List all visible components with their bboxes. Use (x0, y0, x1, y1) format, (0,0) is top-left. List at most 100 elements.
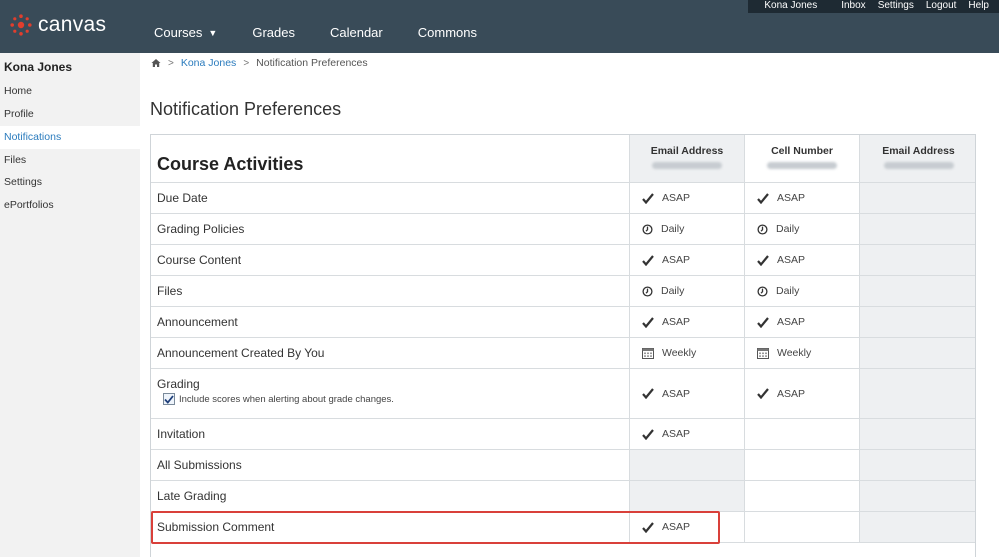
blurred-address (652, 162, 722, 169)
sidebar-item-home[interactable]: Home (0, 80, 140, 103)
frequency-cell[interactable]: ASAP (629, 307, 744, 337)
frequency-cell[interactable]: ASAP (744, 369, 859, 418)
frequency-cell[interactable] (744, 481, 859, 511)
check-icon (757, 316, 773, 328)
page-title: Notification Preferences (150, 99, 342, 119)
frequency-cell[interactable] (859, 450, 975, 480)
include-scores-checkbox[interactable] (163, 393, 175, 405)
check-icon (642, 192, 658, 204)
frequency-setting[interactable]: ASAP (757, 388, 805, 400)
include-scores-label: Include scores when alerting about grade… (179, 393, 394, 405)
frequency-cell[interactable]: ASAP (629, 245, 744, 275)
frequency-cell[interactable] (859, 512, 975, 542)
frequency-setting[interactable]: Weekly (757, 347, 811, 359)
frequency-setting[interactable]: ASAP (642, 192, 690, 204)
frequency-cell[interactable] (859, 276, 975, 306)
frequency-cell[interactable]: Daily (744, 276, 859, 306)
frequency-cell[interactable] (859, 419, 975, 449)
frequency-cell[interactable]: Weekly (629, 338, 744, 368)
chevron-down-icon: ▼ (208, 27, 218, 38)
checkmark-icon (164, 394, 174, 404)
frequency-setting[interactable]: ASAP (642, 316, 690, 328)
frequency-cell[interactable] (744, 512, 859, 542)
frequency-cell[interactable] (744, 450, 859, 480)
table-row: Grading Policies Daily Daily (151, 214, 975, 245)
frequency-cell[interactable] (629, 450, 744, 480)
frequency-cell[interactable]: ASAP (744, 245, 859, 275)
settings-link[interactable]: Settings (872, 0, 920, 13)
frequency-cell[interactable] (859, 183, 975, 213)
frequency-setting[interactable]: Weekly (642, 347, 696, 359)
frequency-cell[interactable]: ASAP (744, 183, 859, 213)
nav-courses[interactable]: Courses ▼ (154, 25, 217, 40)
frequency-label: Weekly (777, 347, 812, 359)
frequency-cell[interactable] (859, 369, 975, 418)
inbox-link[interactable]: Inbox (835, 0, 871, 13)
help-link[interactable]: Help (962, 0, 995, 13)
frequency-cell[interactable]: ASAP (629, 369, 744, 418)
frequency-cell[interactable] (629, 481, 744, 511)
frequency-label: ASAP (777, 192, 806, 204)
table-row: Course Content ASAP ASAP (151, 245, 975, 276)
user-name-link[interactable]: Kona Jones (758, 0, 835, 13)
frequency-cell[interactable]: Weekly (744, 338, 859, 368)
frequency-label: ASAP (662, 254, 691, 266)
frequency-cell[interactable] (859, 214, 975, 244)
frequency-setting[interactable]: ASAP (642, 428, 690, 440)
nav-commons[interactable]: Commons (418, 25, 477, 40)
frequency-setting[interactable]: ASAP (757, 254, 805, 266)
frequency-cell[interactable]: ASAP (744, 307, 859, 337)
frequency-label: ASAP (662, 192, 691, 204)
nav-calendar[interactable]: Calendar (330, 25, 383, 40)
frequency-setting[interactable]: Daily (642, 223, 684, 235)
calendar-icon (642, 347, 658, 359)
logout-link[interactable]: Logout (920, 0, 963, 13)
frequency-cell[interactable]: Daily (744, 214, 859, 244)
check-icon (757, 388, 773, 399)
frequency-label: ASAP (662, 521, 691, 533)
notification-name: Course Content (157, 253, 242, 267)
canvas-logo-icon (10, 14, 32, 36)
canvas-logo[interactable]: canvas (10, 12, 106, 38)
frequency-cell[interactable]: ASAP (629, 512, 744, 542)
nav-grades[interactable]: Grades (252, 25, 295, 40)
left-sidebar: Kona Jones Home Profile Notifications Fi… (0, 53, 140, 557)
frequency-setting[interactable]: ASAP (642, 254, 690, 266)
notification-name: Invitation (157, 427, 206, 441)
frequency-setting[interactable]: ASAP (642, 521, 690, 533)
frequency-cell[interactable] (859, 481, 975, 511)
frequency-cell[interactable]: ASAP (629, 419, 744, 449)
breadcrumb-user-link[interactable]: Kona Jones (181, 57, 236, 69)
frequency-setting[interactable]: ASAP (757, 192, 805, 204)
notification-name: Late Grading (157, 489, 227, 503)
frequency-setting[interactable]: Daily (757, 285, 799, 297)
frequency-setting[interactable]: Daily (757, 223, 799, 235)
logo-text: canvas (38, 13, 107, 36)
sidebar-item-eportfolios[interactable]: ePortfolios (0, 194, 140, 217)
sidebar-item-profile[interactable]: Profile (0, 103, 140, 126)
frequency-cell[interactable] (859, 338, 975, 368)
sidebar-item-files[interactable]: Files (0, 149, 140, 172)
frequency-setting[interactable]: ASAP (642, 388, 690, 400)
frequency-cell[interactable] (859, 307, 975, 337)
frequency-cell[interactable] (859, 245, 975, 275)
frequency-label: Daily (661, 285, 685, 297)
home-icon[interactable] (151, 58, 161, 68)
table-header-row: Course Activities Email Address Cell Num… (151, 135, 975, 183)
section-cell: Course Activities (151, 135, 629, 182)
sidebar-title: Kona Jones (4, 60, 73, 74)
frequency-setting[interactable]: ASAP (757, 316, 805, 328)
check-icon (642, 254, 658, 266)
table-row: Announcement Created By You Weekly Weekly (151, 338, 975, 369)
sidebar-item-notifications[interactable]: Notifications (0, 126, 140, 149)
sidebar-item-settings[interactable]: Settings (0, 171, 140, 194)
frequency-setting[interactable]: Daily (642, 285, 684, 297)
clock-icon (757, 285, 772, 297)
frequency-cell[interactable] (744, 419, 859, 449)
frequency-cell[interactable]: ASAP (629, 183, 744, 213)
frequency-cell[interactable]: Daily (629, 276, 744, 306)
breadcrumb-separator-icon: > (243, 57, 250, 69)
frequency-cell[interactable]: Daily (629, 214, 744, 244)
check-icon (642, 388, 658, 399)
notification-name: Announcement Created By You (157, 346, 325, 360)
